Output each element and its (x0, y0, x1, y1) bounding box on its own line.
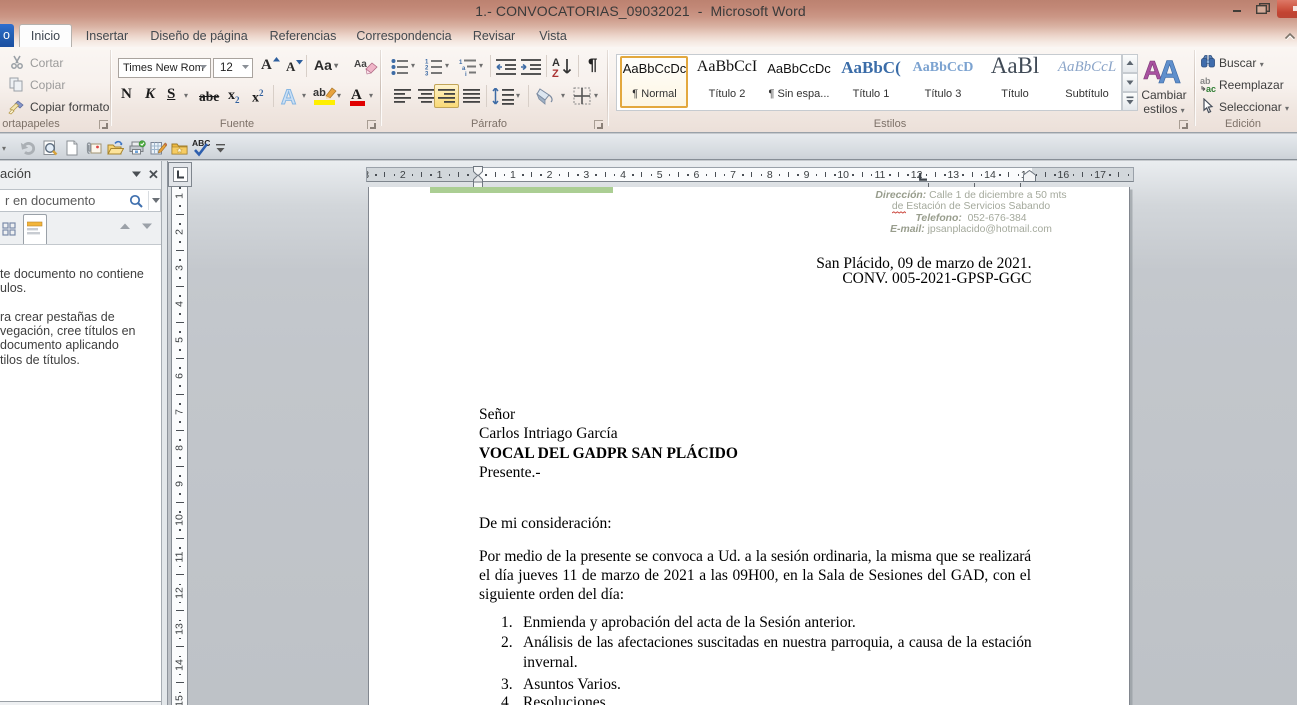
svg-text:ac: ac (1206, 84, 1216, 93)
svg-text:Aa: Aa (354, 59, 367, 70)
svg-text:A: A (281, 86, 296, 108)
svg-text:3: 3 (425, 72, 429, 77)
svg-text:i: i (465, 72, 467, 76)
svg-text:Z: Z (552, 68, 559, 78)
svg-text:ab: ab (313, 87, 326, 99)
svg-text:ABC: ABC (192, 138, 210, 148)
svg-text:A: A (1158, 54, 1181, 84)
svg-text:A: A (351, 87, 362, 103)
